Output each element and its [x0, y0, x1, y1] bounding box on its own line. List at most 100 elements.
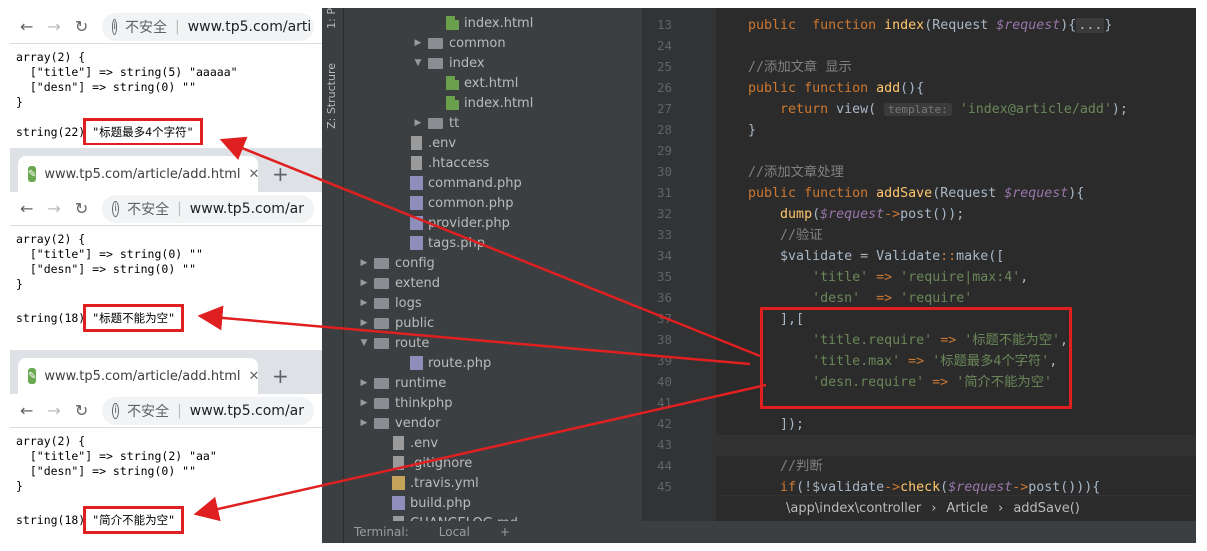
reload-icon[interactable]: ↻: [75, 199, 88, 218]
insecure-label: 不安全: [127, 403, 170, 420]
tree-item[interactable]: build.php: [344, 493, 642, 513]
tree-item[interactable]: .env: [344, 133, 642, 153]
info-icon[interactable]: i: [112, 200, 120, 217]
tree-item-label: build.php: [410, 495, 471, 511]
back-icon[interactable]: ←: [20, 17, 33, 36]
breadcrumb-path[interactable]: \app\index\controller: [786, 501, 921, 516]
forward-icon[interactable]: →: [47, 401, 60, 420]
tree-item-label: index.html: [464, 15, 534, 31]
tree-item[interactable]: .travis.yml: [344, 473, 642, 493]
close-tab-icon[interactable]: ✕: [249, 369, 260, 384]
tree-item[interactable]: tags.php: [344, 233, 642, 253]
collapsed-arrow-icon[interactable]: ▶: [358, 258, 370, 268]
expanded-arrow-icon[interactable]: ▼: [358, 338, 370, 348]
line-number: 29: [656, 143, 672, 158]
breadcrumb-method[interactable]: addSave(): [1013, 501, 1080, 516]
line-number: 27: [656, 101, 672, 116]
code-editor[interactable]: public function index(Request $request){…: [716, 8, 1196, 543]
tree-item[interactable]: ▶ common: [344, 33, 642, 53]
collapsed-arrow-icon[interactable]: ▶: [358, 418, 370, 428]
tree-item[interactable]: ▶ config: [344, 253, 642, 273]
folder-file-icon: [374, 417, 389, 429]
line-number: 34: [656, 248, 672, 263]
tree-item[interactable]: ▶ public: [344, 313, 642, 333]
tree-item[interactable]: ▼ route: [344, 333, 642, 353]
url-field[interactable]: i 不安全 | www.tp5.com/ar: [102, 396, 314, 425]
tree-item[interactable]: .gitignore: [344, 453, 642, 473]
tree-item[interactable]: provider.php: [344, 213, 642, 233]
tree-item[interactable]: ▼ index: [344, 53, 642, 73]
collapsed-arrow-icon[interactable]: ▶: [358, 318, 370, 328]
collapsed-arrow-icon[interactable]: ▶: [412, 118, 424, 128]
html-file-icon: [446, 16, 459, 30]
browser-tab[interactable]: ✎ www.tp5.com/article/add.html ✕: [18, 156, 260, 192]
reload-icon[interactable]: ↻: [75, 401, 88, 420]
reload-icon[interactable]: ↻: [75, 17, 88, 36]
tree-item[interactable]: .env: [344, 433, 642, 453]
chevron-right-icon: ›: [931, 501, 937, 516]
project-tool-tab[interactable]: 1: P: [325, 8, 338, 29]
terminal-local-tab[interactable]: Local: [439, 525, 470, 539]
dump-output: array(2) { ["title"] => string(2) "aa" […: [16, 434, 217, 493]
code-line: }: [716, 123, 757, 138]
forward-icon[interactable]: →: [47, 199, 60, 218]
tree-item[interactable]: index.html: [344, 13, 642, 33]
tree-item[interactable]: ▶ thinkphp: [344, 393, 642, 413]
code-line: public function addSave(Request $request…: [748, 186, 1085, 201]
terminal-tab[interactable]: Terminal:: [354, 525, 409, 539]
url-field[interactable]: i 不安全 | www.tp5.com/ar: [102, 194, 314, 223]
info-icon[interactable]: i: [112, 18, 117, 35]
browser-tab[interactable]: ✎ www.tp5.com/article/add.html ✕: [18, 358, 260, 394]
breadcrumb-class[interactable]: Article: [946, 501, 988, 516]
forward-icon[interactable]: →: [47, 17, 60, 36]
tree-item[interactable]: ext.html: [344, 73, 642, 93]
tree-item[interactable]: ▶ vendor: [344, 413, 642, 433]
error-message-highlight: "简介不能为空": [83, 506, 185, 534]
tree-item[interactable]: route.php: [344, 353, 642, 373]
info-icon[interactable]: i: [112, 402, 120, 419]
chevron-right-icon: ›: [998, 501, 1004, 516]
tree-item[interactable]: index.html: [344, 93, 642, 113]
tree-item-label: thinkphp: [395, 395, 453, 411]
txt-file-icon: [411, 136, 422, 150]
tree-item-label: index.html: [464, 95, 534, 111]
close-tab-icon[interactable]: ✕: [249, 167, 260, 182]
tree-item[interactable]: ▶ tt: [344, 113, 642, 133]
tab-title: www.tp5.com/article/add.html: [44, 166, 241, 182]
tree-item-label: public: [395, 315, 435, 331]
tree-item[interactable]: ▶ runtime: [344, 373, 642, 393]
code-line: dump($request->post());: [780, 207, 965, 222]
php-file-icon: [410, 236, 423, 250]
line-number: 31: [656, 185, 672, 200]
tree-item-label: common: [449, 35, 506, 51]
new-terminal-icon[interactable]: +: [500, 525, 510, 539]
tree-item[interactable]: command.php: [344, 173, 642, 193]
collapsed-arrow-icon[interactable]: ▶: [358, 378, 370, 388]
folder-file-icon: [374, 257, 389, 269]
line-number: 40: [656, 374, 672, 389]
collapsed-arrow-icon[interactable]: ▶: [412, 38, 424, 48]
folder-file-icon: [428, 57, 443, 69]
line-number: 33: [656, 227, 672, 242]
collapsed-arrow-icon[interactable]: ▶: [358, 298, 370, 308]
line-number: 25: [656, 59, 672, 74]
back-icon[interactable]: ←: [20, 199, 33, 218]
new-tab-icon[interactable]: +: [272, 162, 289, 186]
address-bar: ← → ↻ i 不安全 | www.tp5.com/arti: [10, 10, 324, 44]
browser-window-3: ✎ www.tp5.com/article/add.html ✕ + ← → ↻…: [10, 350, 324, 540]
code-line: //添加文章处理: [748, 165, 844, 180]
url-field[interactable]: i 不安全 | www.tp5.com/arti: [102, 12, 314, 41]
line-number: 32: [656, 206, 672, 221]
collapsed-arrow-icon[interactable]: ▶: [358, 278, 370, 288]
tree-item-label: tt: [449, 115, 460, 131]
new-tab-icon[interactable]: +: [272, 364, 289, 388]
tree-item[interactable]: .htaccess: [344, 153, 642, 173]
tree-item[interactable]: ▶ logs: [344, 293, 642, 313]
back-icon[interactable]: ←: [20, 401, 33, 420]
tree-item[interactable]: ▶ extend: [344, 273, 642, 293]
structure-tool-tab[interactable]: Z: Structure: [325, 63, 338, 129]
line-number: 39: [656, 353, 672, 368]
collapsed-arrow-icon[interactable]: ▶: [358, 398, 370, 408]
tree-item[interactable]: common.php: [344, 193, 642, 213]
expanded-arrow-icon[interactable]: ▼: [412, 58, 424, 68]
